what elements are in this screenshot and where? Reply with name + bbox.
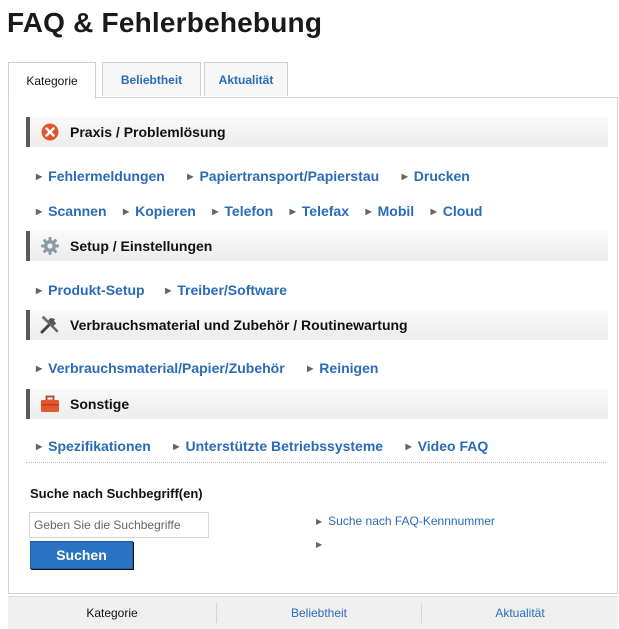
link-row: ▶ Fehlermeldungen ▶ Papiertransport/Papier… [36,168,482,188]
link-verbrauchsmaterial-papier-zubehoer[interactable]: ▶ Verbrauchsmaterial/Papier/Zubehör [36,360,285,376]
tab-aktualitaet[interactable]: Aktualität [204,62,288,96]
search-button[interactable]: Suchen [30,541,133,569]
divider [26,462,606,463]
page-title: FAQ & Fehlerbehebung [7,7,323,38]
link-treiber-software[interactable]: ▶ Treiber/Software [165,282,287,298]
arrow-right-icon: ▶ [173,442,180,451]
tab-beliebtheit[interactable]: Beliebtheit [102,62,201,96]
bottom-tab-kategorie[interactable]: Kategorie [8,597,216,629]
link-scannen[interactable]: ▶ Scannen [36,203,107,219]
arrow-right-icon: ▶ [36,172,43,181]
link-row: ▶ Verbrauchsmaterial/Papier/Zubehör ▶ Rein… [36,360,390,380]
arrow-right-icon: ▶ [165,286,172,295]
section-label: Setup / Einstellungen [70,238,213,254]
bottom-tab-bar: Kategorie Beliebtheit Aktualität [8,596,618,629]
section-header-praxis: Praxis / Problemlösung [26,117,608,147]
link-row: ▶ Spezifikationen ▶ Unterstützte Betriebss… [36,438,500,458]
arrow-right-icon: ▶ [187,172,194,181]
error-x-icon [39,121,61,143]
link-spezifikationen[interactable]: ▶ Spezifikationen [36,438,151,454]
link-mobil[interactable]: ▶ Mobil [365,203,414,219]
search-input[interactable] [29,512,209,538]
link-row: ▶ Scannen ▶ Kopieren ▶ Telefon ▶ Telefax ▶ Mo… [36,203,494,223]
toolbox-icon [39,393,61,415]
arrow-right-icon: ▶ [430,207,437,216]
section-header-setup: Setup / Einstellungen [26,231,608,261]
bottom-tab-aktualitaet[interactable]: Aktualität [422,597,618,629]
arrow-right-icon: ▶ [122,207,130,216]
search-heading: Suche nach Suchbegriff(en) [30,486,203,501]
arrow-right-icon: ▶ [405,442,412,451]
link-video-faq[interactable]: ▶ Video FAQ [406,438,489,454]
link-fehlermeldungen[interactable]: ▶ Fehlermeldungen [36,168,165,184]
arrow-right-icon: ▶ [316,517,323,526]
section-header-verbrauchsmaterial: Verbrauchsmaterial und Zubehör / Routine… [26,310,608,340]
section-header-sonstige: Sonstige [26,389,608,419]
link-cloud[interactable]: ▶ Cloud [431,203,483,219]
bottom-tab-beliebtheit[interactable]: Beliebtheit [217,597,421,629]
link-row: ▶ Produkt-Setup ▶ Treiber/Software [36,282,299,302]
tab-kategorie[interactable]: Kategorie [8,62,96,99]
arrow-right-icon: ▶ [36,207,43,216]
section-label: Sonstige [70,396,130,412]
link-produkt-setup[interactable]: ▶ Produkt-Setup [36,282,145,298]
gear-icon [39,235,61,257]
link-drucken[interactable]: ▶ Drucken [402,168,470,184]
arrow-right-icon: ▶ [289,207,296,216]
link-reinigen[interactable]: ▶ Reinigen [307,360,378,376]
section-label: Verbrauchsmaterial und Zubehör / Routine… [70,317,408,333]
faq-number-search-link[interactable]: ▶ Suche nach FAQ-Kennnummer [316,514,495,528]
arrow-right-icon: ▶ [307,364,314,373]
link-kopieren[interactable]: ▶ Kopieren [123,203,196,219]
link-papiertransport[interactable]: ▶ Papiertransport/Papierstau [187,168,379,184]
link-unterstuetzte-betriebssysteme[interactable]: ▶ Unterstützte Betriebssysteme [173,438,383,454]
arrow-right-icon: ▶ [401,172,408,181]
arrow-right-icon: ▶ [316,540,323,549]
link-telefax[interactable]: ▶ Telefax [290,203,349,219]
arrow-right-icon: ▶ [365,207,372,216]
arrow-right-icon: ▶ [36,286,43,295]
arrow-right-icon: ▶ [36,442,43,451]
arrow-right-icon: ▶ [36,364,43,373]
section-label: Praxis / Problemlösung [70,124,226,140]
link-telefon[interactable]: ▶ Telefon [212,203,273,219]
arrow-right-icon: ▶ [212,207,219,216]
tools-icon [39,314,61,336]
